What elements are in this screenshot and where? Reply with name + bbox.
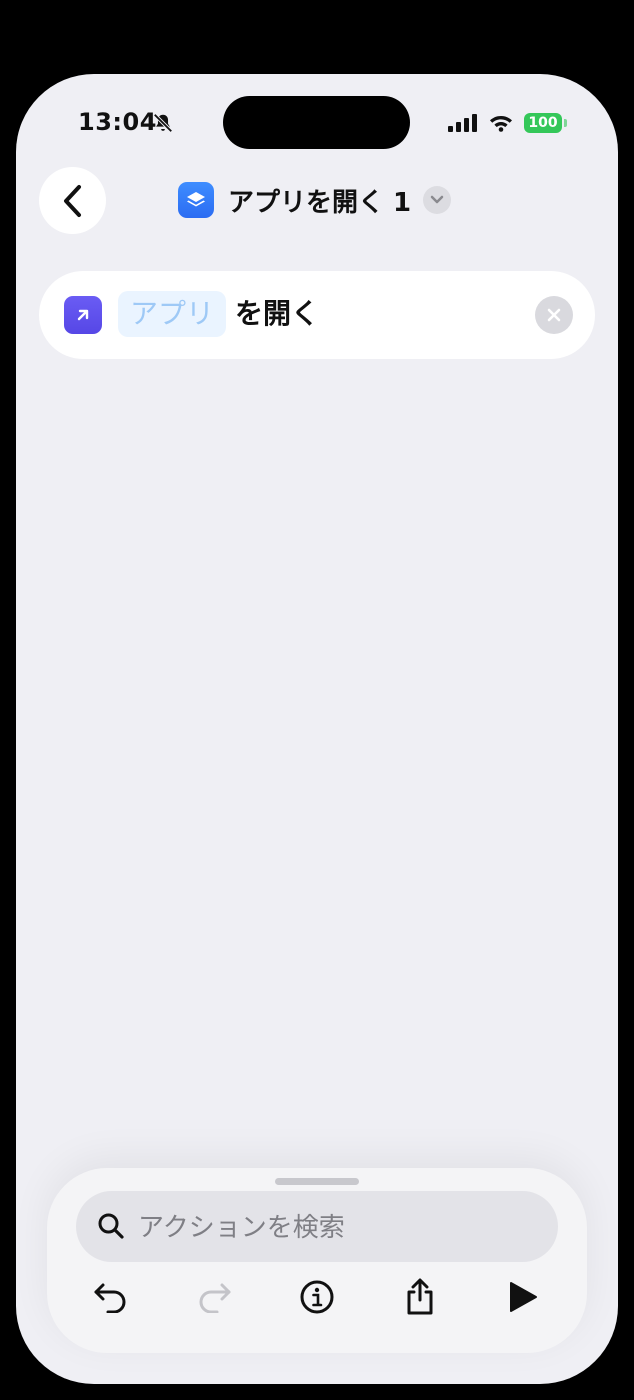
redo-button[interactable] [194, 1277, 234, 1317]
shortcut-title-menu[interactable]: アプリを開く 1 [178, 180, 452, 220]
status-time: 13:04 [78, 108, 157, 136]
sheet-grabber[interactable] [275, 1178, 359, 1185]
page-title: アプリを開く 1 [228, 187, 412, 218]
bell-slash-icon [153, 113, 173, 133]
battery-indicator: 100 [524, 113, 562, 133]
search-input[interactable] [136, 1191, 540, 1264]
run-button[interactable] [503, 1277, 543, 1317]
share-icon [407, 1278, 433, 1315]
undo-button[interactable] [91, 1277, 131, 1317]
remove-action-button[interactable] [535, 296, 573, 334]
info-button[interactable] [297, 1277, 337, 1317]
battery-tip [564, 119, 567, 127]
app-parameter-token[interactable]: アプリ [118, 291, 227, 337]
dynamic-island [223, 96, 410, 149]
open-app-icon [64, 296, 102, 334]
info-icon [300, 1280, 334, 1314]
title-dropdown-button[interactable] [423, 186, 452, 214]
shortcut-icon [178, 182, 214, 218]
redo-icon [199, 1283, 231, 1313]
chevron-down-icon [430, 195, 444, 204]
action-label: を開く [235, 297, 320, 330]
undo-icon [94, 1283, 126, 1313]
search-bar[interactable] [76, 1191, 558, 1264]
arrow-up-right-icon [77, 309, 89, 321]
layers-icon [187, 192, 205, 207]
play-icon [510, 1282, 537, 1312]
chevron-left-icon [63, 184, 81, 217]
close-icon [547, 308, 561, 322]
wifi-icon [490, 116, 512, 132]
back-button[interactable] [39, 167, 106, 234]
share-button[interactable] [400, 1277, 440, 1317]
cellular-signal-icon [448, 114, 477, 132]
search-icon [98, 1213, 124, 1239]
open-app-action-card[interactable]: アプリ を開く [39, 271, 595, 359]
phone-screen: 13:04 100 アプリを開く 1 アプリ を開く アクションを検索 [16, 74, 618, 1384]
action-search-panel [47, 1168, 587, 1353]
